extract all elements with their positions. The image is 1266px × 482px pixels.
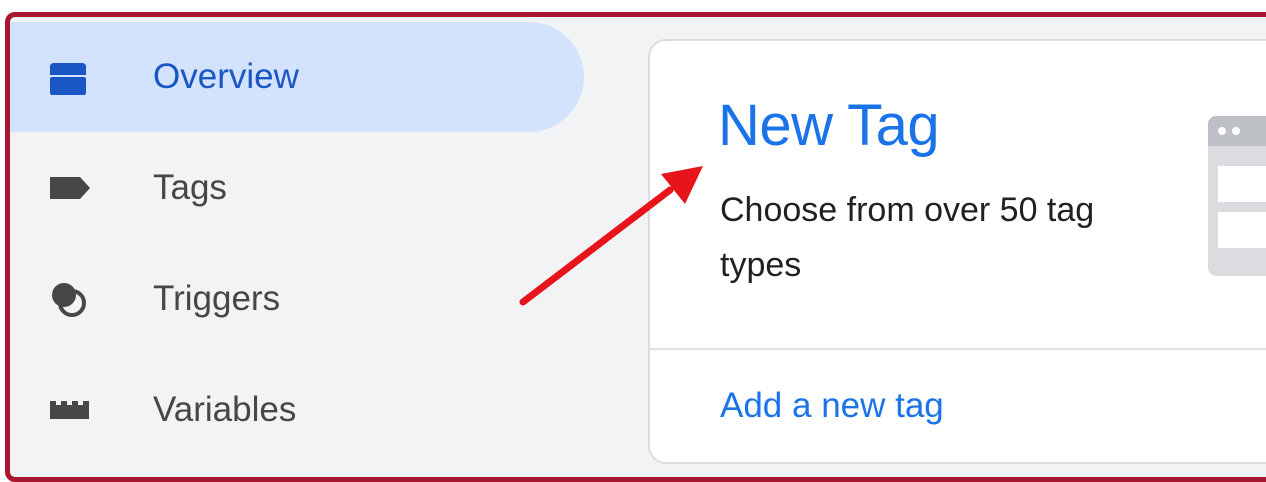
card-description: Choose from over 50 tag types bbox=[720, 191, 1095, 284]
sidebar-item-label: Tags bbox=[153, 168, 227, 207]
sidebar-item-variables[interactable]: Variables bbox=[10, 355, 584, 465]
triggers-icon bbox=[40, 275, 96, 323]
card-title[interactable]: New Tag bbox=[718, 91, 940, 161]
overview-icon bbox=[40, 53, 96, 101]
tag-icon bbox=[40, 164, 96, 212]
sidebar-item-triggers[interactable]: Triggers bbox=[10, 244, 584, 354]
add-new-tag-link[interactable]: Add a new tag bbox=[720, 386, 944, 426]
sidebar-item-label: Overview bbox=[153, 57, 299, 96]
sidebar-item-tags[interactable]: Tags bbox=[10, 133, 584, 243]
annotation-arrow bbox=[519, 166, 703, 306]
new-tag-card: New Tag Choose from over 50 tag types Ad… bbox=[648, 39, 1266, 464]
sidebar-item-overview[interactable]: Overview bbox=[10, 22, 584, 132]
sidebar-item-label: Triggers bbox=[153, 279, 281, 318]
sidebar-item-label: Variables bbox=[153, 390, 297, 429]
browser-window-icon bbox=[1208, 116, 1266, 276]
variables-icon bbox=[40, 386, 96, 434]
card-divider bbox=[650, 348, 1266, 350]
